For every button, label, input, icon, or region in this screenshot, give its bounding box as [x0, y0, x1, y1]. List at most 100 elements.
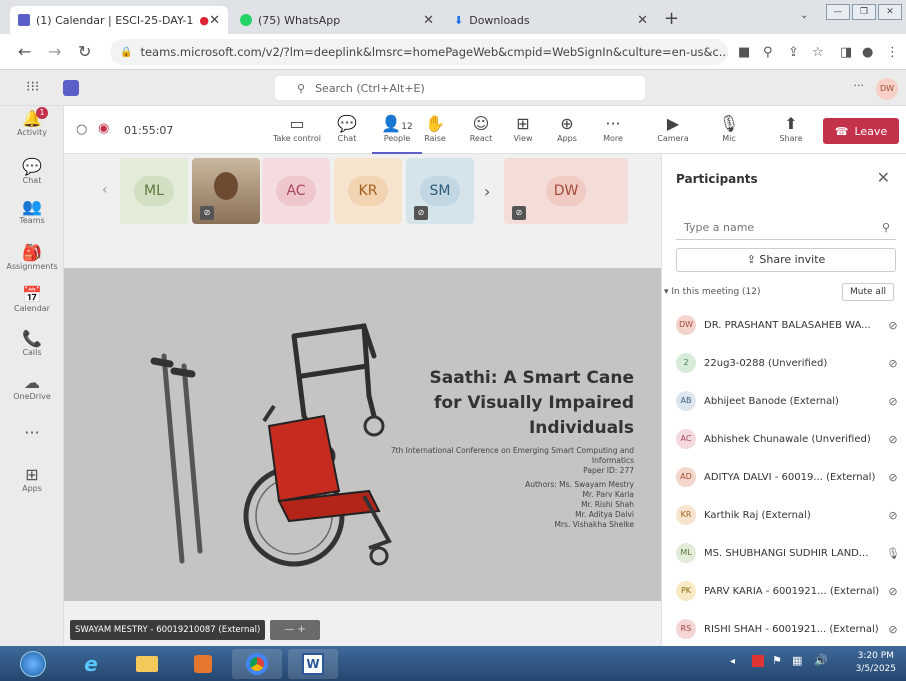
media-player-icon[interactable]	[178, 649, 228, 679]
reload-icon[interactable]: ↻	[78, 42, 91, 61]
more-options-icon[interactable]: ···	[854, 79, 865, 92]
side-panel-icon[interactable]: ◨	[840, 45, 852, 60]
participant-tile[interactable]: ⊘	[192, 158, 260, 224]
participant-row[interactable]: PK PARV KARIA - 6001921... (External) ⊘	[676, 578, 902, 604]
apps-icon: ⊕	[542, 114, 592, 134]
leave-button[interactable]: ☎ Leave	[823, 118, 899, 144]
rail-item-activity[interactable]: 🔔 1 Activity	[0, 107, 64, 137]
word-icon[interactable]: W	[288, 649, 338, 679]
participant-search-input[interactable]: Type a name ⚲	[676, 216, 896, 240]
file-explorer-icon[interactable]	[122, 649, 172, 679]
participant-tile[interactable]: SM ⊘	[406, 158, 474, 224]
participant-row[interactable]: AC Abhishek Chunawale (Unverified) ⊘	[676, 426, 902, 452]
close-window-button[interactable]: ✕	[878, 4, 902, 20]
bookmark-star-icon[interactable]: ☆	[812, 45, 824, 60]
participant-tile[interactable]: DW ⊘	[504, 158, 628, 224]
toolbar-more-button[interactable]: ··· More	[588, 114, 638, 143]
share-invite-button[interactable]: ⇪ Share invite	[676, 248, 896, 272]
meeting-info-icon[interactable]: ○	[76, 122, 87, 137]
close-tab-icon[interactable]: ✕	[209, 13, 220, 28]
participant-name: Karthik Raj (External)	[704, 509, 811, 521]
teams-favicon-icon	[18, 14, 30, 26]
toolbar-label: Apps	[557, 134, 577, 143]
search-input[interactable]: ⚲ Search (Ctrl+Alt+E)	[275, 76, 645, 100]
participant-row[interactable]: KR Karthik Raj (External) ⊘	[676, 502, 902, 528]
presenter-controls[interactable]: — +	[270, 620, 320, 640]
mobility-aids-illustration	[150, 323, 392, 567]
start-button[interactable]	[8, 649, 58, 679]
participant-row[interactable]: ML MS. SHUBHANGI SUDHIR LAND... 🎙	[676, 540, 902, 566]
gallery-next-icon[interactable]: ›	[484, 182, 490, 201]
participant-row[interactable]: AB Abhijeet Banode (External) ⊘	[676, 388, 902, 414]
url-field[interactable]: 🔒 teams.microsoft.com/v2/?lm=deeplink&lm…	[110, 39, 728, 65]
internet-explorer-icon[interactable]: e	[66, 649, 116, 679]
toolbar-mic-button[interactable]: 🎙 Mic	[704, 114, 754, 143]
close-icon[interactable]: ✕	[877, 168, 890, 187]
user-avatar[interactable]: DW	[876, 78, 898, 100]
tab-calendar[interactable]: (1) Calendar | ESCI-25-DAY-1 ● ✕	[10, 6, 228, 34]
author-line: Mr. Parv Karia	[582, 490, 634, 499]
participant-row[interactable]: DW DR. PRASHANT BALASAHEB WA... ⊘	[676, 312, 902, 338]
toolbar-take-control-button[interactable]: ▭ Take control	[272, 114, 322, 143]
participant-name: DR. PRASHANT BALASAHEB WA...	[704, 319, 871, 331]
tray-arrow-icon[interactable]: ◂	[730, 656, 735, 667]
toolbar-view-button[interactable]: ⊞ View	[498, 114, 548, 143]
rail-item-more[interactable]: ···	[0, 424, 64, 442]
tray-alert-icon[interactable]	[752, 655, 764, 667]
gallery-prev-icon[interactable]: ‹	[102, 182, 108, 198]
toolbar-chat-button[interactable]: 💬 Chat	[322, 114, 372, 143]
new-tab-button[interactable]: +	[664, 8, 679, 29]
close-tab-icon[interactable]: ✕	[637, 13, 648, 28]
teams-header: ⁝⁝⁝ ⚲ Search (Ctrl+Alt+E) ··· DW	[0, 70, 906, 106]
volume-icon[interactable]: 🔊	[814, 654, 828, 667]
close-tab-icon[interactable]: ✕	[423, 13, 434, 28]
participant-initials: SM	[420, 176, 460, 206]
participant-tile[interactable]: AC	[262, 158, 330, 224]
toolbar-camera-button[interactable]: ▶ Camera	[648, 114, 698, 143]
toolbar-apps-button[interactable]: ⊕ Apps	[542, 114, 592, 143]
in-meeting-header[interactable]: ▾ In this meeting (12)	[664, 287, 761, 297]
participant-tile[interactable]: ML	[120, 158, 188, 224]
tab-downloads[interactable]: ⬇ Downloads ✕	[446, 6, 656, 34]
participant-tile[interactable]: KR	[334, 158, 402, 224]
rail-item-assignments[interactable]: 🎒 Assignments	[0, 243, 64, 272]
tab-whatsapp[interactable]: (75) WhatsApp ✕	[232, 6, 442, 34]
minimize-button[interactable]: —	[826, 4, 850, 20]
app-launcher-icon[interactable]: ⁝⁝⁝	[26, 79, 39, 95]
rail-item-calls[interactable]: 📞 Calls	[0, 329, 64, 358]
rail-item-chat[interactable]: 💬 Chat	[0, 158, 64, 186]
download-favicon-icon: ⬇	[454, 13, 464, 27]
zoom-icon[interactable]: ⚲	[763, 45, 773, 60]
system-clock[interactable]: 3:20 PM 3/5/2025	[856, 650, 896, 676]
conference-line: 7th International Conference on Emerging…	[390, 446, 634, 455]
tray-network-icon[interactable]: ▦	[792, 654, 802, 667]
forward-arrow-icon[interactable]: →	[48, 42, 61, 61]
rail-item-onedrive[interactable]: ☁ OneDrive	[0, 374, 64, 402]
share-page-icon[interactable]: ⇪	[788, 45, 799, 60]
tab-search-chevron-icon[interactable]: ⌄	[800, 10, 808, 21]
chrome-icon[interactable]	[232, 649, 282, 679]
rail-item-apps[interactable]: ⊞ Apps	[0, 466, 64, 494]
back-arrow-icon[interactable]: ←	[18, 42, 31, 61]
maximize-button[interactable]: ❐	[852, 4, 876, 20]
mute-all-button[interactable]: Mute all	[842, 283, 894, 301]
participant-row[interactable]: AD ADITYA DALVI - 60019... (External) ⊘	[676, 464, 902, 490]
participant-row[interactable]: RS RISHI SHAH - 6001921... (External) ⊘	[676, 616, 902, 642]
phone-icon: 📞	[22, 329, 42, 348]
participant-name: Abhijeet Banode (External)	[704, 395, 839, 407]
camera-indicator-icon[interactable]: ■	[738, 45, 750, 60]
toolbar-label: Raise	[424, 134, 446, 143]
participant-row[interactable]: 2 22ug3-0288 (Unverified) ⊘	[676, 350, 902, 376]
participant-video	[214, 172, 238, 200]
toolbar-glyph: 👤	[381, 114, 402, 133]
toolbar-raise-button[interactable]: ✋ Raise	[410, 114, 460, 143]
participant-avatar: PK	[676, 581, 696, 601]
windows-taskbar: e W ◂ ⚑ ▦ 🔊 3:20 PM 3/5/2025	[0, 646, 906, 681]
rail-item-calendar[interactable]: 📅 Calendar	[0, 286, 64, 314]
browser-menu-icon[interactable]: ⋮	[886, 45, 899, 60]
profile-icon[interactable]: ●	[862, 45, 873, 60]
assignments-icon: 🎒	[22, 243, 42, 262]
toolbar-share-button[interactable]: ⬆ Share	[766, 114, 816, 143]
rail-item-teams[interactable]: 👥 Teams	[0, 198, 64, 226]
tray-flag-icon[interactable]: ⚑	[772, 654, 782, 667]
